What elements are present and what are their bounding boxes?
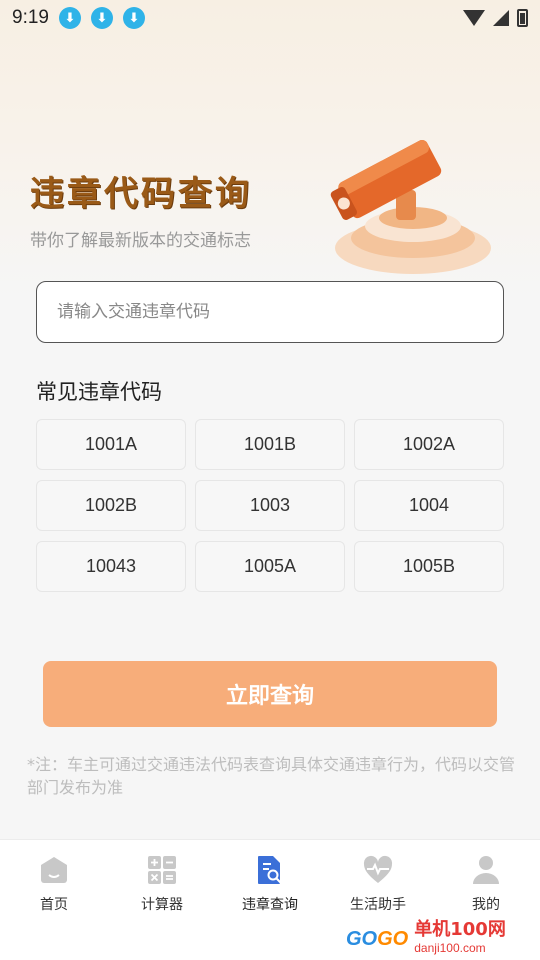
status-indicators <box>463 9 528 27</box>
notification-icons: ⬇ ⬇ ⬇ <box>58 7 145 29</box>
download-icon: ⬇ <box>122 7 145 29</box>
code-grid: 1001A 1001B 1002A 1002B 1003 1004 10043 … <box>36 419 504 592</box>
nav-item-violation-query[interactable]: 违章查询 <box>216 840 324 960</box>
status-time: 9:19 <box>12 7 49 28</box>
code-chip[interactable]: 1004 <box>354 480 504 531</box>
page-title: 违章代码查询 <box>30 174 252 214</box>
nav-label: 违章查询 <box>242 897 298 913</box>
code-chip[interactable]: 1003 <box>195 480 345 531</box>
code-chip[interactable]: 1002A <box>354 419 504 470</box>
code-chip[interactable]: 10043 <box>36 541 186 592</box>
watermark-logo: GOGO <box>346 927 409 950</box>
violation-code-input[interactable] <box>36 281 504 343</box>
wifi-icon <box>463 10 485 26</box>
calculator-icon <box>148 856 176 884</box>
nav-label: 计算器 <box>141 897 183 913</box>
nav-item-home[interactable]: 首页 <box>0 840 108 960</box>
code-chip[interactable]: 1001B <box>195 419 345 470</box>
disclaimer-note: *注：车主可通过交通违法代码表查询具体交通违章行为，代码以交管部门发布为准 <box>27 755 516 797</box>
document-search-icon <box>258 856 282 884</box>
traffic-camera-icon <box>330 140 491 274</box>
status-bar: 9:19 ⬇ ⬇ ⬇ <box>0 0 540 36</box>
home-icon <box>41 857 67 883</box>
watermark-url: danji100.com <box>414 941 486 955</box>
code-chip[interactable]: 1001A <box>36 419 186 470</box>
watermark-text: 单机100网 danji100.com <box>414 921 506 957</box>
query-button[interactable]: 立即查询 <box>43 661 497 727</box>
nav-label: 我的 <box>472 897 500 913</box>
user-icon <box>473 856 499 884</box>
common-codes-title: 常见违章代码 <box>36 380 162 404</box>
signal-icon <box>493 10 509 26</box>
page-subtitle: 带你了解最新版本的交通标志 <box>30 231 251 251</box>
site-watermark: GOGO 单机100网 danji100.com <box>346 918 540 960</box>
download-icon: ⬇ <box>58 7 81 29</box>
battery-icon <box>517 9 528 27</box>
code-chip[interactable]: 1005B <box>354 541 504 592</box>
code-chip[interactable]: 1005A <box>195 541 345 592</box>
nav-label: 生活助手 <box>350 897 406 913</box>
nav-label: 首页 <box>40 897 68 913</box>
download-icon: ⬇ <box>90 7 113 29</box>
code-chip[interactable]: 1002B <box>36 480 186 531</box>
nav-item-calculator[interactable]: 计算器 <box>108 840 216 960</box>
heart-pulse-icon <box>363 855 393 883</box>
watermark-name: 单机100网 <box>414 919 506 940</box>
